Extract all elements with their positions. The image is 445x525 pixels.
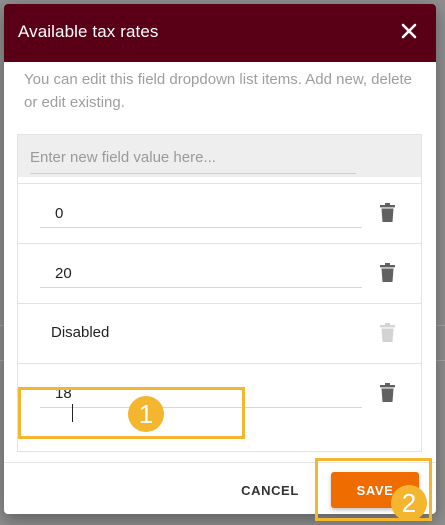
- footer-divider: [4, 462, 436, 463]
- trash-icon: [380, 203, 395, 222]
- text-caret: [72, 404, 73, 422]
- step-1-badge: 1: [128, 396, 164, 432]
- new-value-row: [18, 135, 421, 177]
- tax-rates-dialog: Available tax rates You can edit this fi…: [4, 4, 436, 514]
- delete-button[interactable]: [379, 383, 396, 403]
- delete-button[interactable]: [379, 203, 396, 223]
- value-row: Disabled: [18, 303, 421, 364]
- value-input[interactable]: [40, 380, 362, 408]
- value-text: Disabled: [51, 324, 110, 341]
- trash-icon: [380, 323, 395, 342]
- value-row: [18, 363, 421, 424]
- delete-button[interactable]: [379, 263, 396, 283]
- dialog-title: Available tax rates: [18, 22, 159, 41]
- new-value-input[interactable]: [30, 141, 356, 174]
- trash-icon: [380, 263, 395, 282]
- step-2-badge: 2: [391, 485, 427, 521]
- dialog-description: You can edit this field dropdown list it…: [24, 71, 413, 111]
- cancel-button[interactable]: CANCEL: [230, 472, 310, 508]
- close-icon: [401, 23, 417, 39]
- value-row: [18, 183, 421, 244]
- close-button[interactable]: [396, 18, 422, 44]
- value-row: [18, 243, 421, 304]
- dialog-header: Available tax rates: [4, 4, 436, 62]
- trash-icon: [380, 383, 395, 402]
- value-input[interactable]: [40, 200, 362, 228]
- value-input[interactable]: [40, 260, 362, 288]
- values-list: Disabled: [17, 134, 422, 452]
- delete-button-disabled: [379, 323, 396, 343]
